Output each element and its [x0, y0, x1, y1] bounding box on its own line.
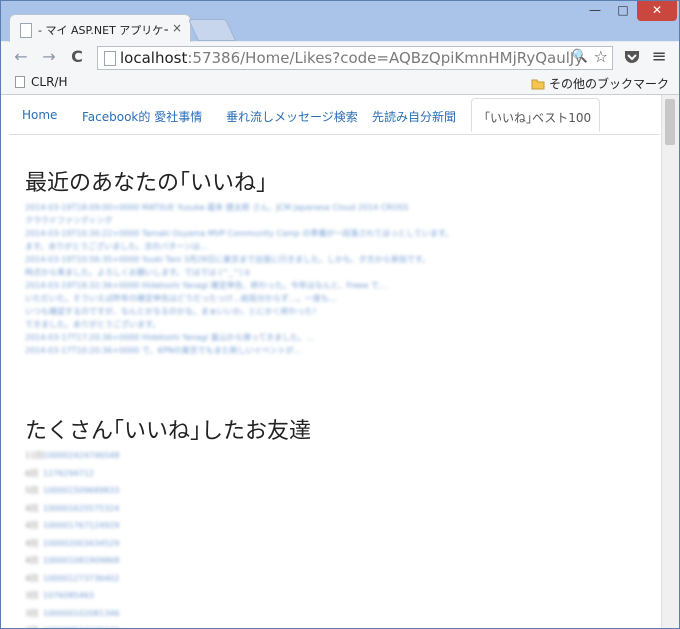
- nav-tabs: Home Facebook的 愛社事情 垂れ流しメッセージ検索 先読み自分新聞 …: [9, 98, 659, 135]
- tab-title: - マイ ASP.NET アプリケーシ: [38, 24, 168, 37]
- url-path: :57386/Home/Likes?code=AQBzQpiKmnHMjRyQa…: [187, 49, 584, 67]
- back-icon[interactable]: ←: [11, 47, 31, 67]
- like-count: 3回: [25, 608, 39, 618]
- friend-id-link[interactable]: 100002424746548: [43, 451, 119, 460]
- friend-id-link[interactable]: 100001625575324: [43, 504, 119, 513]
- like-count: 4回: [25, 573, 39, 583]
- browser-window: - マイ ASP.NET アプリケーシ × — □ ✕ ← → C localh…: [0, 0, 680, 629]
- bookmark-clrh[interactable]: CLR/H: [15, 75, 67, 89]
- menu-icon[interactable]: ≡: [649, 47, 669, 67]
- like-line[interactable]: ます。ありがとうございました。次のパターンは…: [25, 240, 645, 253]
- friend-row: 4回 100001625575324: [25, 500, 119, 518]
- friend-id-link[interactable]: 100000102081346: [43, 609, 119, 618]
- like-count: 3回: [25, 591, 39, 600]
- like-count: 4回: [25, 503, 39, 513]
- friend-row: 3回 1076085463: [25, 587, 119, 605]
- friend-row: 4回 100001767124929: [25, 517, 119, 535]
- friend-id-link[interactable]: 100001081909868: [43, 556, 119, 565]
- like-count: 3回: [25, 622, 43, 628]
- nav-facebook-company[interactable]: Facebook的 愛社事情: [82, 108, 202, 125]
- forward-icon[interactable]: →: [39, 47, 59, 67]
- reload-icon[interactable]: C: [67, 47, 87, 67]
- minimize-button[interactable]: —: [581, 1, 609, 21]
- scrollbar-thumb[interactable]: [665, 99, 675, 145]
- friend-row: 11回100002424746548: [25, 447, 119, 465]
- title-bar: - マイ ASP.NET アプリケーシ × — □ ✕: [1, 1, 679, 44]
- bookmarks-bar: CLR/H その他のブックマーク: [1, 72, 679, 95]
- page-icon: [20, 23, 32, 38]
- new-tab-button[interactable]: [187, 19, 237, 41]
- friend-id-link[interactable]: 100001767124929: [43, 521, 119, 530]
- friend-row: 5回 100001509689833: [25, 482, 119, 500]
- page-icon: [104, 51, 116, 66]
- recent-likes-list: 2014-03-19T18:09:00+0000 MATSUE Yusuke 蔵…: [25, 201, 645, 357]
- browser-chrome: - マイ ASP.NET アプリケーシ × — □ ✕ ← → C localh…: [1, 1, 679, 95]
- friend-row: 4回 100001081909868: [25, 552, 119, 570]
- friend-id-link[interactable]: 1276294712: [43, 469, 94, 478]
- friend-row: 3回 100000102081346: [25, 605, 119, 623]
- url-text[interactable]: localhost:57386/Home/Likes?code=AQBzQpiK…: [120, 49, 590, 67]
- close-window-button[interactable]: ✕: [637, 1, 677, 21]
- friend-id-link[interactable]: 100002003434529: [43, 539, 119, 548]
- nav-home[interactable]: Home: [22, 108, 57, 122]
- top-friends-heading: たくさん｢いいね｣したお友達: [25, 419, 312, 444]
- nav-likes-best100[interactable]: ｢いいね｣ベスト100: [471, 98, 600, 132]
- pocket-icon[interactable]: [623, 48, 641, 66]
- other-bookmarks[interactable]: その他のブックマーク: [531, 75, 669, 92]
- address-bar[interactable]: localhost:57386/Home/Likes?code=AQBzQpiK…: [97, 46, 613, 70]
- folder-icon: [531, 79, 545, 90]
- like-line[interactable]: 2014-03-19T10:30:22+0000 Tamaki Osyama M…: [25, 227, 645, 240]
- toolbar: ← → C localhost:57386/Home/Likes?code=AQ…: [1, 42, 679, 72]
- like-count: 4回: [25, 521, 39, 530]
- tab-close-icon[interactable]: ×: [172, 21, 182, 35]
- friend-id-link[interactable]: 1076085463: [43, 591, 94, 600]
- like-line[interactable]: いただいた。そういえば昨年の確定申告はどうだったっけ…結局分からず…。一度も…: [25, 292, 645, 305]
- zoom-icon[interactable]: 🔍: [572, 49, 588, 64]
- like-line[interactable]: 時点から来ました。よろしくお願いします。ではでは (^_^) b: [25, 266, 645, 279]
- nav-message-search[interactable]: 垂れ流しメッセージ検索: [226, 108, 358, 125]
- friend-row: 6回 1276294712: [25, 465, 119, 483]
- page-content: Home Facebook的 愛社事情 垂れ流しメッセージ検索 先読み自分新聞 …: [1, 95, 679, 628]
- like-line[interactable]: 2014-03-17T10:20:36+0000 で、KPNの東京でもまた新しい…: [25, 344, 645, 357]
- friend-id-link[interactable]: 100001273736402: [43, 574, 119, 583]
- like-count: 4回: [25, 538, 39, 548]
- recent-likes-heading: 最近のあなたの｢いいね｣: [25, 171, 268, 196]
- top-friends-list: 11回100002424746548 6回 1276294712 5回 100001…: [25, 447, 119, 628]
- friend-id-link[interactable]: 100001509689833: [43, 486, 119, 495]
- maximize-button[interactable]: □: [611, 1, 635, 21]
- like-line[interactable]: 2014-03-17T17:20:36+0000 Hidetoshi Yanag…: [25, 331, 645, 344]
- like-line[interactable]: 2014-03-19T10:56:35+0000 Yuuki Tani 3月28…: [25, 253, 645, 266]
- star-icon[interactable]: ☆: [594, 47, 608, 66]
- like-count: 11回: [25, 451, 44, 460]
- browser-tab[interactable]: - マイ ASP.NET アプリケーシ ×: [9, 14, 191, 44]
- vertical-scrollbar[interactable]: [661, 95, 679, 628]
- like-count: 6回: [25, 468, 39, 478]
- friend-row: 4回 100001273736402: [25, 570, 119, 588]
- like-line[interactable]: 2014-03-19T18:32:36+0000 Hidetoshi Yanag…: [25, 279, 645, 292]
- bookmark-label: CLR/H: [31, 75, 68, 89]
- like-count: 5回: [25, 486, 39, 495]
- like-line[interactable]: いつも確認するのですが、なんとかなるのかな。まぁいいか。とにかく終わった！: [25, 305, 645, 318]
- page-icon: [15, 76, 25, 88]
- like-line[interactable]: 2014-03-19T18:09:00+0000 MATSUE Yusuke 蔵…: [25, 201, 645, 214]
- like-line[interactable]: できました。ありがとうございます。: [25, 318, 645, 331]
- friend-row: 3回100000524365122: [25, 622, 119, 628]
- url-host: localhost: [120, 49, 188, 67]
- other-bookmarks-label: その他のブックマーク: [548, 77, 669, 91]
- like-count: 4回: [25, 556, 39, 565]
- friend-row: 4回 100002003434529: [25, 535, 119, 553]
- like-line[interactable]: クラウドファンディング: [25, 214, 645, 227]
- nav-newspaper[interactable]: 先読み自分新聞: [372, 108, 456, 125]
